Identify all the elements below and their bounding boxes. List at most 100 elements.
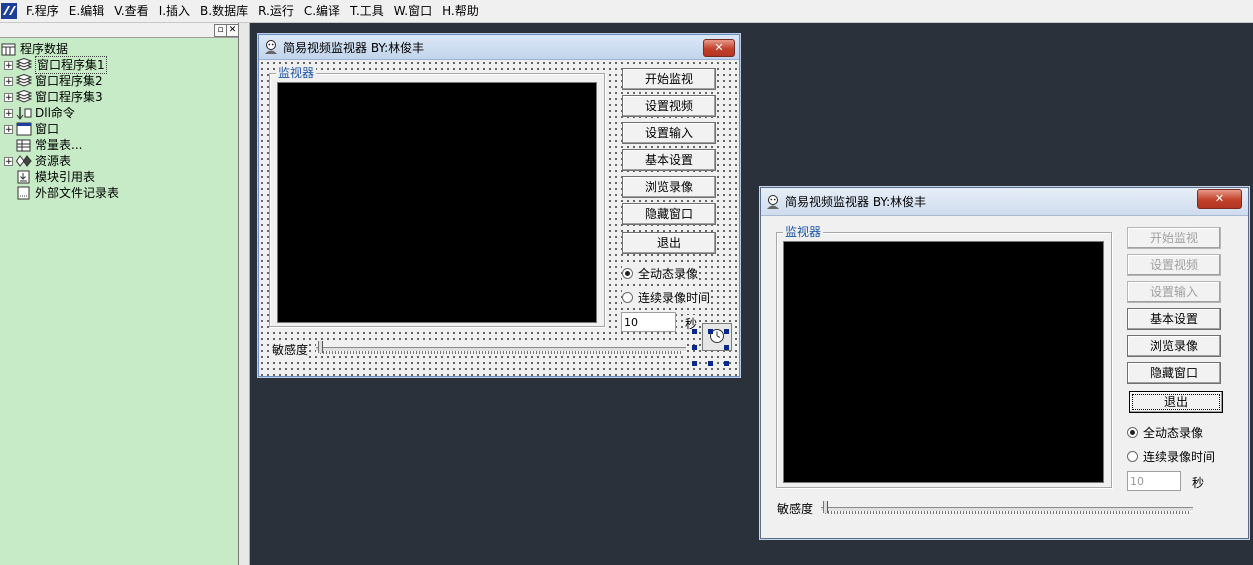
stack-icon bbox=[16, 90, 32, 104]
preview-full-motion-radio[interactable]: 全动态录像 bbox=[1127, 424, 1203, 441]
app-logo-icon bbox=[1, 3, 17, 19]
menu-window[interactable]: W.窗口 bbox=[389, 1, 437, 21]
stack-icon bbox=[16, 58, 32, 72]
user-icon bbox=[765, 194, 781, 210]
file-record-icon bbox=[16, 186, 32, 200]
preview-window: 简易视频监视器 BY:林俊丰 ✕ 监视器 开始监视 设置视频 设置输入 基本设置… bbox=[760, 187, 1249, 539]
tree-item-label: 窗口程序集2 bbox=[35, 74, 103, 88]
module-icon bbox=[16, 170, 32, 184]
radio-checked-icon bbox=[1127, 427, 1138, 438]
slider-ticks bbox=[320, 351, 682, 354]
tree-item-label: 外部文件记录表 bbox=[35, 186, 120, 200]
tree-item-label: 窗口程序集3 bbox=[35, 90, 103, 104]
start-monitor-button[interactable]: 开始监视 bbox=[622, 68, 716, 90]
preview-exit-button[interactable]: 退出 bbox=[1129, 391, 1223, 413]
resource-icon bbox=[16, 154, 32, 168]
expand-icon[interactable]: + bbox=[4, 124, 13, 134]
video-settings-button[interactable]: 设置视频 bbox=[622, 95, 716, 117]
preview-basic-settings-button[interactable]: 基本设置 bbox=[1127, 308, 1221, 330]
selection-handle[interactable] bbox=[692, 345, 697, 350]
project-tree: 程序数据 + 窗口程序集1 + 窗口程序集2 + 窗口程序集3 + Dll命令 + 窗口 常量表..… bbox=[0, 38, 238, 201]
expand-icon[interactable]: + bbox=[4, 92, 13, 102]
preview-close-button[interactable]: ✕ bbox=[1197, 189, 1242, 209]
tree-item-label: 模块引用表 bbox=[35, 170, 96, 184]
input-settings-button[interactable]: 设置输入 bbox=[622, 122, 716, 144]
selection-handle[interactable] bbox=[708, 361, 713, 366]
menu-bar: F.程序 E.编辑 V.查看 I.插入 B.数据库 R.运行 C.编译 T.工具… bbox=[0, 0, 1253, 23]
expand-icon[interactable]: + bbox=[4, 60, 13, 70]
sensitivity-slider[interactable] bbox=[316, 341, 686, 355]
menu-database[interactable]: B.数据库 bbox=[195, 1, 253, 21]
slider-ticks bbox=[825, 511, 1189, 514]
expand-icon[interactable]: + bbox=[4, 156, 13, 166]
tree-item[interactable]: + 窗口 bbox=[0, 121, 238, 137]
preview-monitor-groupbox: 监视器 bbox=[776, 225, 1112, 488]
preview-start-monitor-button[interactable]: 开始监视 bbox=[1127, 227, 1221, 249]
menu-run[interactable]: R.运行 bbox=[253, 1, 299, 21]
browse-recordings-button[interactable]: 浏览录像 bbox=[622, 176, 716, 198]
preview-title: 简易视频监视器 BY:林俊丰 bbox=[785, 195, 927, 209]
window-icon bbox=[16, 122, 32, 136]
slider-thumb[interactable] bbox=[318, 341, 323, 353]
stack-icon bbox=[16, 74, 32, 88]
slider-thumb[interactable] bbox=[823, 501, 828, 513]
full-motion-radio[interactable]: 全动态录像 bbox=[622, 265, 699, 282]
preview-video-settings-button[interactable]: 设置视频 bbox=[1127, 254, 1221, 276]
tree-item-label: 窗口程序集1 bbox=[35, 56, 107, 74]
menu-program[interactable]: F.程序 bbox=[21, 1, 64, 21]
tree-root[interactable]: 程序数据 bbox=[0, 41, 238, 57]
database-icon bbox=[1, 42, 17, 56]
constant-table-icon bbox=[16, 138, 32, 152]
preview-video-display bbox=[783, 241, 1104, 483]
preview-continuous-record-radio[interactable]: 连续录像时间 bbox=[1127, 448, 1215, 465]
tree-item[interactable]: 模块引用表 bbox=[0, 169, 238, 185]
preview-seconds-unit-label: 秒 bbox=[1192, 476, 1205, 490]
menu-view[interactable]: V.查看 bbox=[109, 1, 153, 21]
selection-handle[interactable] bbox=[692, 329, 697, 334]
selection-handle[interactable] bbox=[708, 329, 713, 334]
tree-item-label: 窗口 bbox=[35, 122, 60, 136]
tree-item[interactable]: + 窗口程序集3 bbox=[0, 89, 238, 105]
menu-tools[interactable]: T.工具 bbox=[345, 1, 389, 21]
preview-hide-window-button[interactable]: 隐藏窗口 bbox=[1127, 362, 1221, 384]
radio-unchecked-icon bbox=[1127, 451, 1138, 462]
designer-close-button[interactable]: ✕ bbox=[703, 39, 735, 57]
preview-seconds-input[interactable]: 10 bbox=[1127, 471, 1181, 491]
selection-handle[interactable] bbox=[724, 361, 729, 366]
tree-item[interactable]: + 窗口程序集2 bbox=[0, 73, 238, 89]
tree-item[interactable]: 常量表... bbox=[0, 137, 238, 153]
seconds-input[interactable]: 10 bbox=[621, 312, 676, 332]
selection-handle[interactable] bbox=[724, 345, 729, 350]
user-icon bbox=[263, 39, 279, 55]
designer-titlebar: 简易视频监视器 BY:林俊丰 ✕ bbox=[259, 35, 739, 60]
tree-item[interactable]: + 资源表 bbox=[0, 153, 238, 169]
hide-window-button[interactable]: 隐藏窗口 bbox=[622, 203, 716, 225]
preview-titlebar: 简易视频监视器 BY:林俊丰 ✕ bbox=[761, 188, 1248, 216]
full-motion-label: 全动态录像 bbox=[638, 267, 699, 281]
expand-icon[interactable]: + bbox=[4, 108, 13, 118]
exit-button[interactable]: 退出 bbox=[622, 232, 716, 254]
radio-unchecked-icon bbox=[622, 292, 633, 303]
menu-compile[interactable]: C.编译 bbox=[299, 1, 345, 21]
tree-item[interactable]: + 窗口程序集1 bbox=[0, 56, 238, 74]
basic-settings-button[interactable]: 基本设置 bbox=[622, 149, 716, 171]
panel-splitter[interactable] bbox=[238, 23, 250, 565]
tree-item[interactable]: + Dll命令 bbox=[0, 105, 238, 121]
preview-browse-recordings-button[interactable]: 浏览录像 bbox=[1127, 335, 1221, 357]
continuous-record-radio[interactable]: 连续录像时间 bbox=[622, 289, 711, 306]
selection-handle[interactable] bbox=[692, 361, 697, 366]
preview-sensitivity-label: 敏感度 bbox=[777, 502, 814, 516]
tree-connector bbox=[4, 173, 13, 182]
project-tree-panel: ▫ ✕ 程序数据 + 窗口程序集1 + 窗口程序集2 + 窗口程序集3 + Dll命令 + 窗口常… bbox=[0, 23, 239, 565]
continuous-record-label: 连续录像时间 bbox=[638, 291, 711, 305]
menu-help[interactable]: H.帮助 bbox=[437, 1, 484, 21]
sensitivity-label: 敏感度 bbox=[272, 341, 309, 358]
video-display bbox=[277, 82, 597, 323]
selection-handle[interactable] bbox=[724, 329, 729, 334]
menu-edit[interactable]: E.编辑 bbox=[64, 1, 109, 21]
menu-insert[interactable]: I.插入 bbox=[154, 1, 195, 21]
expand-icon[interactable]: + bbox=[4, 76, 13, 86]
preview-sensitivity-slider[interactable] bbox=[821, 501, 1193, 515]
tree-item[interactable]: 外部文件记录表 bbox=[0, 185, 238, 201]
preview-input-settings-button[interactable]: 设置输入 bbox=[1127, 281, 1221, 303]
